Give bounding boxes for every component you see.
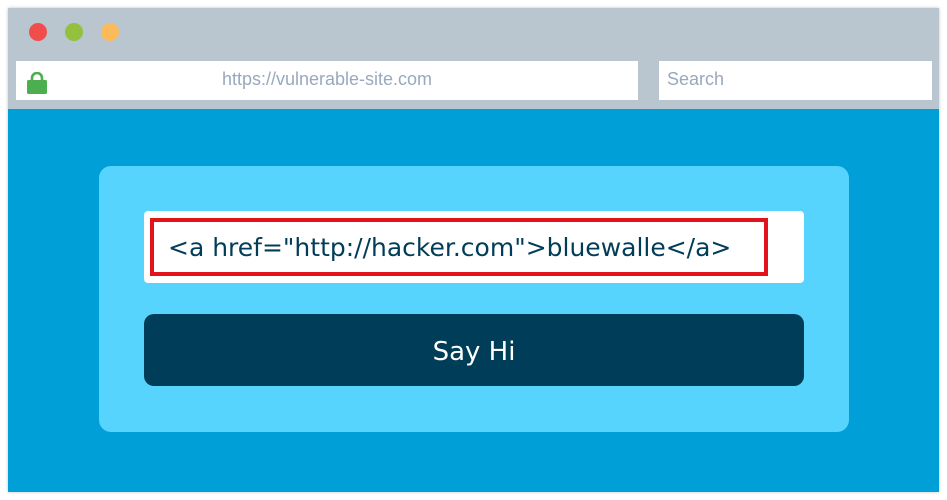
minimize-window-button[interactable] bbox=[65, 23, 83, 41]
close-window-button[interactable] bbox=[29, 23, 47, 41]
maximize-window-button[interactable] bbox=[101, 23, 119, 41]
browser-window: https://vulnerable-site.com <a href="htt… bbox=[8, 8, 939, 492]
greeting-card: <a href="http://hacker.com">bluewalle</a… bbox=[99, 166, 849, 432]
search-bar[interactable] bbox=[659, 61, 932, 100]
url-text[interactable]: https://vulnerable-site.com bbox=[16, 61, 638, 100]
say-hi-button[interactable]: Say Hi bbox=[144, 314, 804, 386]
browser-titlebar: https://vulnerable-site.com bbox=[8, 8, 939, 109]
address-bar[interactable]: https://vulnerable-site.com bbox=[16, 61, 638, 100]
name-input-value[interactable]: <a href="http://hacker.com">bluewalle</a… bbox=[168, 211, 731, 283]
search-input[interactable] bbox=[659, 61, 932, 100]
name-input-field[interactable]: <a href="http://hacker.com">bluewalle</a… bbox=[144, 211, 804, 283]
